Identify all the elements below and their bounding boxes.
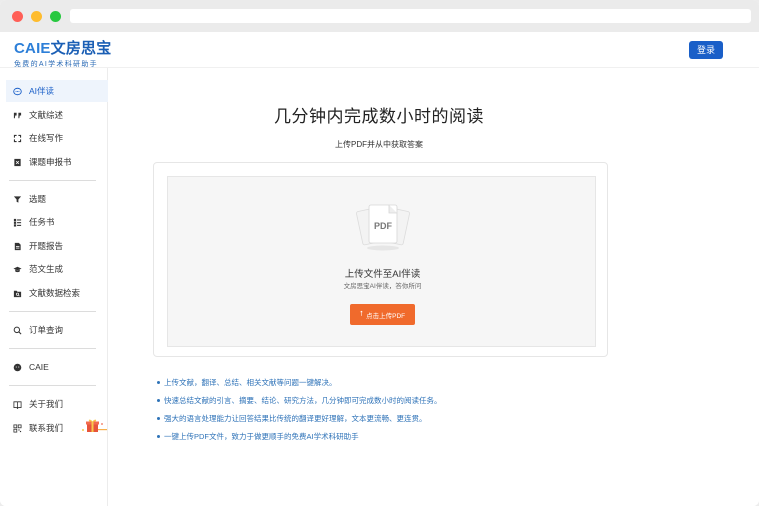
report-icon <box>13 242 22 251</box>
feature-text: 快速总结文献的引言、摘要、结论、研究方法，几分钟即可完成数小时的阅读任务。 <box>164 395 442 405</box>
bullet-icon <box>157 416 160 420</box>
close-window-button[interactable] <box>12 11 23 22</box>
sidebar-item-label: 范文生成 <box>29 264 64 274</box>
sidebar-item-label: 课题申报书 <box>29 157 72 167</box>
sidebar: AI伴读 文献综述 在线写作 课题申报书 选题 任务书 开题报告 范文生成 文献… <box>0 68 108 506</box>
site-logo[interactable]: CAIE文房思宝 免费的AI学术科研助手 <box>14 37 111 69</box>
gift-box-icon[interactable] <box>80 418 108 436</box>
upload-button-label: 点击上传PDF <box>366 312 406 320</box>
sidebar-item-label: CAIE <box>29 362 49 372</box>
upload-title: 上传文件至AI伴读 <box>344 269 421 280</box>
sidebar-item-online-writing[interactable]: 在线写作 <box>6 127 108 149</box>
feature-list: 上传文献，翻译、总结、相关文献等问题一键解决。 快速总结文献的引言、摘要、结论、… <box>157 373 442 445</box>
pdf-drop-zone[interactable]: PDF 上传文件至AI伴读 文房思宝AI伴读，答你所问 ⭡ 点击上传PDF <box>167 176 596 347</box>
address-bar[interactable] <box>70 9 751 23</box>
feature-text: 一键上传PDF文件，致力于做更顺手的免费AI学术科研助手 <box>164 431 359 441</box>
graduation-cap-icon <box>13 265 22 274</box>
tasks-icon <box>13 218 22 227</box>
sidebar-item-sample-essay[interactable]: 范文生成 <box>6 258 108 280</box>
feature-text: 上传文献，翻译、总结、相关文献等问题一键解决。 <box>164 377 337 387</box>
sidebar-item-opening-report[interactable]: 开题报告 <box>6 235 108 257</box>
logo-brand-cn: 文房思宝 <box>50 40 112 57</box>
sidebar-item-topic-selection[interactable]: 选题 <box>6 188 108 210</box>
title-bar <box>0 0 759 32</box>
wechat-icon <box>13 363 22 372</box>
logo-brand-latin: CAIE <box>14 40 51 57</box>
list-item: 强大的语言处理能力让回答结果比传统的翻译更好理解，文本更流畅、更连贯。 <box>157 409 442 427</box>
pdf-icon-label: PDF <box>374 221 393 231</box>
browser-window: CAIE文房思宝 免费的AI学术科研助手 登录 AI伴读 文献综述 在线写作 课… <box>0 0 759 506</box>
upload-arrow-icon: ⭡ <box>359 310 364 318</box>
list-item: 一键上传PDF文件，致力于做更顺手的免费AI学术科研助手 <box>157 427 442 445</box>
sidebar-item-label: 文献综述 <box>29 110 64 120</box>
bullet-icon <box>157 380 160 384</box>
bullet-icon <box>157 434 160 438</box>
sidebar-divider <box>9 180 96 181</box>
sidebar-item-project-proposal[interactable]: 课题申报书 <box>6 151 108 173</box>
pdf-file-icon: PDF <box>352 201 414 253</box>
sidebar-item-label: 选题 <box>29 194 47 204</box>
qrcode-icon <box>13 423 22 433</box>
sidebar-item-order-query[interactable]: 订单查询 <box>6 319 108 341</box>
sidebar-item-label: 订单查询 <box>29 325 64 335</box>
folder-search-icon <box>13 289 22 298</box>
search-icon <box>13 326 22 335</box>
bullet-icon <box>157 398 160 402</box>
chat-bubble-icon <box>13 87 22 96</box>
feature-text: 强大的语言处理能力让回答结果比传统的翻译更好理解，文本更流畅、更连贯。 <box>164 413 427 423</box>
info-book-icon <box>13 400 22 409</box>
page-headline: 几分钟内完成数小时的阅读 <box>274 107 484 126</box>
sidebar-item-label: 联系我们 <box>29 423 64 433</box>
sidebar-item-literature-search[interactable]: 文献数据检索 <box>6 282 108 304</box>
site-header: CAIE文房思宝 免费的AI学术科研助手 登录 <box>0 32 759 68</box>
sidebar-item-label: 开题报告 <box>29 241 64 251</box>
maximize-window-button[interactable] <box>50 11 61 22</box>
main-content: 几分钟内完成数小时的阅读 上传PDF并从中获取答案 PDF 上传文件至AI伴读 … <box>109 68 759 506</box>
sidebar-divider <box>9 311 96 312</box>
filter-icon <box>13 195 22 204</box>
list-item: 快速总结文献的引言、摘要、结论、研究方法，几分钟即可完成数小时的阅读任务。 <box>157 391 442 409</box>
sidebar-divider <box>9 348 96 349</box>
minimize-window-button[interactable] <box>31 11 42 22</box>
sidebar-item-label: 文献数据检索 <box>29 288 81 298</box>
sidebar-item-about-us[interactable]: 关于我们 <box>6 393 108 415</box>
sidebar-item-task-book[interactable]: 任务书 <box>6 211 108 233</box>
list-item: 上传文献，翻译、总结、相关文献等问题一键解决。 <box>157 373 442 391</box>
sidebar-item-ai-reading[interactable]: AI伴读 <box>6 80 108 102</box>
sidebar-item-caie[interactable]: CAIE <box>6 356 108 378</box>
upload-pdf-button[interactable]: ⭡ 点击上传PDF <box>350 304 415 325</box>
upload-card: PDF 上传文件至AI伴读 文房思宝AI伴读，答你所问 ⭡ 点击上传PDF <box>153 162 608 357</box>
book-icon <box>13 158 22 167</box>
sidebar-item-label: 关于我们 <box>29 399 64 409</box>
sidebar-item-label: AI伴读 <box>29 86 55 96</box>
sidebar-item-label: 在线写作 <box>29 133 64 143</box>
sidebar-item-label: 任务书 <box>29 217 55 227</box>
upload-description: 文房思宝AI伴读，答你所问 <box>343 283 422 290</box>
edit-frame-icon <box>13 134 22 143</box>
login-button[interactable]: 登录 <box>689 41 723 59</box>
page-subheadline: 上传PDF并从中获取答案 <box>335 140 423 149</box>
quote-icon <box>13 111 22 120</box>
sidebar-item-literature-review[interactable]: 文献综述 <box>6 104 108 126</box>
sidebar-divider <box>9 385 96 386</box>
